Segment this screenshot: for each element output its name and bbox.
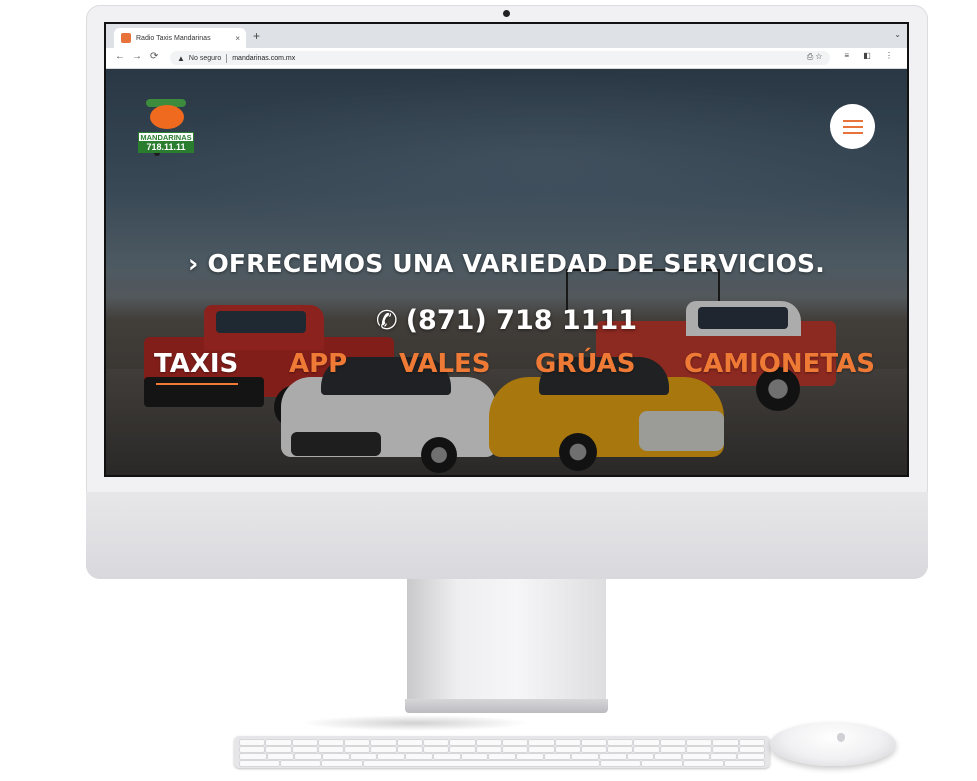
address-bar[interactable]: ▲ No seguro mandarinas.com.mx ⎙ ☆ xyxy=(170,51,830,65)
tab-title: Radio Taxis Mandarinas xyxy=(136,34,211,42)
keyboard xyxy=(234,736,770,768)
site-logo[interactable]: MANDARINAS 718.11.11 xyxy=(138,99,194,156)
service-taxis[interactable]: TAXIS xyxy=(154,349,239,385)
service-camionetas[interactable]: CAMIONETAS xyxy=(684,349,875,379)
new-tab-button[interactable]: + xyxy=(253,29,260,43)
keyboard-row xyxy=(240,747,764,752)
reload-button[interactable]: ⟳ xyxy=(150,51,158,62)
imac-stand-foot xyxy=(405,699,608,713)
phone-link[interactable]: ✆ (871) 718 1111 xyxy=(106,305,907,336)
close-tab-icon[interactable]: × xyxy=(235,34,240,43)
service-gruas[interactable]: GRÚAS xyxy=(535,349,636,379)
imac-chin xyxy=(86,492,928,579)
logo-number: 718.11.11 xyxy=(138,142,194,153)
menu-button[interactable] xyxy=(830,104,875,149)
stand-shadow xyxy=(300,715,530,731)
camera xyxy=(503,10,510,17)
keyboard-row xyxy=(240,754,765,759)
hero-section: MANDARINAS 718.11.11 › OFRECEMOS UNA VAR… xyxy=(106,69,907,475)
service-app[interactable]: APP xyxy=(289,349,347,379)
phone-number: (871) 718 1111 xyxy=(405,305,638,336)
hamburger-icon xyxy=(842,119,863,122)
tab-search-icon[interactable]: ⌄ xyxy=(894,30,901,39)
back-button[interactable]: ← xyxy=(115,51,125,62)
forward-button[interactable]: → xyxy=(132,51,142,62)
hero-headline: › OFRECEMOS UNA VARIEDAD DE SERVICIOS. xyxy=(188,249,825,278)
browser-toolbar: ← → ⟳ ▲ No seguro mandarinas.com.mx ⎙ ☆ … xyxy=(106,48,907,69)
warning-icon[interactable]: ▲ xyxy=(177,54,185,63)
bookmark-star-icon[interactable]: ⎙ ☆ xyxy=(807,52,822,62)
imac-stand xyxy=(407,579,606,704)
services-nav: TAXIS APP VALES GRÚAS CAMIONETAS xyxy=(154,349,875,385)
browser-tab-bar: Radio Taxis Mandarinas × + ⌄ xyxy=(106,24,907,48)
divider xyxy=(226,53,228,63)
security-label[interactable]: No seguro xyxy=(189,55,221,62)
screen: Radio Taxis Mandarinas × + ⌄ ← → ⟳ ▲ No … xyxy=(106,24,907,475)
magic-mouse xyxy=(770,722,896,766)
keyboard-row xyxy=(240,761,765,766)
phone-icon: ✆ xyxy=(375,306,398,336)
apple-logo-icon xyxy=(837,733,845,742)
url-text[interactable]: mandarinas.com.mx xyxy=(232,55,295,62)
favicon-icon xyxy=(121,33,131,43)
toolbar-menu-icon[interactable]: ≡ ◧ ⋮ xyxy=(844,51,899,60)
service-vales[interactable]: VALES xyxy=(399,349,491,379)
logo-name: MANDARINAS xyxy=(138,132,194,142)
logo-wheels xyxy=(154,125,182,156)
browser-tab[interactable]: Radio Taxis Mandarinas × xyxy=(114,28,246,48)
keyboard-row xyxy=(240,740,764,745)
